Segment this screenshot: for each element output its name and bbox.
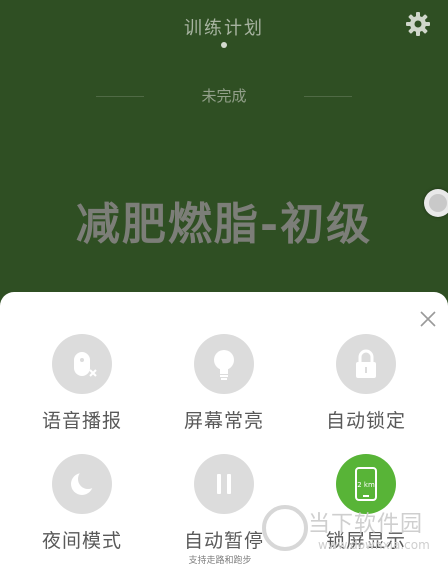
option-label: 自动锁定	[325, 410, 406, 432]
page-title: 训练计划	[184, 18, 264, 39]
divider-right	[304, 96, 352, 97]
option-night-mode[interactable]: 夜间模式	[22, 454, 142, 553]
watermark-url: www.downxia.com	[318, 538, 430, 552]
status-row: 未完成	[0, 85, 448, 107]
option-auto-lock[interactable]: 自动锁定	[306, 334, 426, 433]
option-label: 屏幕常亮	[183, 410, 264, 432]
status-label: 未完成	[201, 87, 247, 105]
watermark-title: 当下软件园	[308, 512, 424, 537]
pause-subtitle: 支持走路和跑步	[188, 556, 252, 566]
gear-icon[interactable]	[404, 10, 432, 38]
watermark-logo-icon	[262, 505, 308, 551]
option-label: 语音播报	[41, 410, 122, 432]
option-label: 夜间模式	[41, 530, 122, 552]
voice-mute-icon	[52, 334, 112, 394]
pause-icon	[194, 454, 254, 514]
option-screen-on[interactable]: 屏幕常亮	[164, 334, 284, 433]
side-handle[interactable]	[424, 189, 448, 217]
moon-icon	[52, 454, 112, 514]
plan-name: 减肥燃脂-初级	[75, 199, 373, 250]
page-indicator-dot	[221, 42, 227, 48]
phone-km-icon: 2 km	[336, 454, 396, 514]
lightbulb-icon	[194, 334, 254, 394]
icon-text: 2 km	[357, 481, 375, 489]
lock-icon	[336, 334, 396, 394]
option-voice-broadcast[interactable]: 语音播报	[22, 334, 142, 433]
close-icon[interactable]	[414, 305, 442, 333]
header-area: 训练计划 未完成 减肥燃脂-初级	[0, 0, 448, 300]
